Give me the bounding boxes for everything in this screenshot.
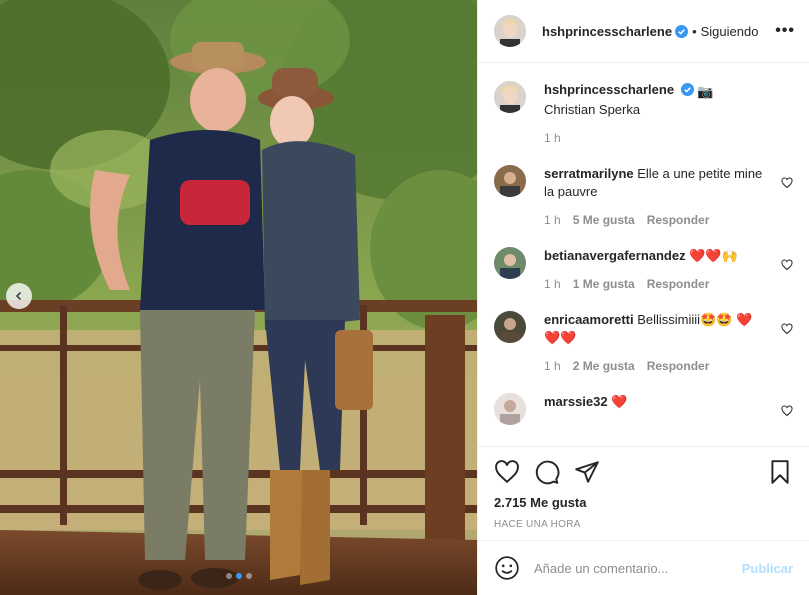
comment-item: enricaamoretti Bellissimiiii🤩🤩 ❤️❤️❤️ 1 … xyxy=(494,293,793,375)
post-panel: hshprincesscharlene • Siguiendo ••• hshp… xyxy=(477,0,809,595)
comment-item: betianavergafernandez ❤️❤️🙌 1 h 1 Me gus… xyxy=(494,229,793,293)
comment-item: serratmarilyne Elle a une petite mine la… xyxy=(494,147,793,229)
camera-emoji: 📷 xyxy=(697,84,714,99)
avatar[interactable] xyxy=(494,393,526,425)
heart-icon[interactable] xyxy=(781,259,793,271)
more-options-button[interactable]: ••• xyxy=(775,22,795,40)
caption-time[interactable]: 1 h xyxy=(544,129,561,147)
avatar[interactable] xyxy=(494,311,526,343)
avatar[interactable] xyxy=(494,81,526,113)
comments-list[interactable]: hshprincesscharlene 📷 Christian Sperka 1… xyxy=(478,63,809,446)
avatar[interactable] xyxy=(494,165,526,197)
comment-time[interactable]: 1 h xyxy=(544,357,561,375)
carousel-indicator xyxy=(0,573,477,579)
reply-button[interactable]: Responder xyxy=(647,357,710,375)
header-separator: • xyxy=(692,23,697,39)
reply-button[interactable]: Responder xyxy=(647,211,710,229)
comment-likes[interactable]: 5 Me gusta xyxy=(573,211,635,229)
comment-icon[interactable] xyxy=(534,459,560,485)
comment-likes[interactable]: 2 Me gusta xyxy=(573,357,635,375)
header-username[interactable]: hshprincesscharlene xyxy=(542,24,672,39)
caption: hshprincesscharlene 📷 Christian Sperka 1… xyxy=(494,63,793,147)
carousel-dot-active xyxy=(235,573,242,579)
post-header: hshprincesscharlene • Siguiendo ••• xyxy=(478,0,809,63)
smiley-icon[interactable] xyxy=(494,555,520,581)
comment-item: marssie32 ❤️ xyxy=(494,375,793,425)
reply-button[interactable]: Responder xyxy=(647,275,710,293)
paper-plane-icon[interactable] xyxy=(574,459,600,485)
comment-input[interactable] xyxy=(534,560,742,576)
comment-text: ❤️ xyxy=(611,394,628,409)
heart-icon[interactable] xyxy=(781,323,793,335)
carousel-prev-button[interactable] xyxy=(6,283,32,309)
heart-icon[interactable] xyxy=(781,405,793,417)
comment-text: ❤️❤️🙌 xyxy=(689,248,738,263)
carousel-dot xyxy=(245,573,252,579)
post-actions: 2.715 Me gusta HACE UNA HORA xyxy=(478,446,809,530)
post-timestamp[interactable]: HACE UNA HORA xyxy=(494,519,793,530)
comment-username[interactable]: marssie32 xyxy=(544,394,608,409)
likes-count[interactable]: 2.715 Me gusta xyxy=(494,495,793,510)
caption-text: Christian Sperka xyxy=(544,102,641,117)
comment-time[interactable]: 1 h xyxy=(544,275,561,293)
publish-button[interactable]: Publicar xyxy=(742,561,793,576)
avatar[interactable] xyxy=(494,247,526,279)
chevron-left-icon xyxy=(15,291,22,301)
comment-username[interactable]: serratmarilyne xyxy=(544,166,634,181)
comment-time[interactable]: 1 h xyxy=(544,211,561,229)
caption-username[interactable]: hshprincesscharlene xyxy=(544,82,674,97)
verified-badge-icon xyxy=(675,24,689,38)
heart-icon[interactable] xyxy=(781,177,793,189)
post-image xyxy=(0,0,477,595)
heart-icon[interactable] xyxy=(494,459,520,485)
post-photo[interactable] xyxy=(0,0,477,595)
bookmark-icon[interactable] xyxy=(767,459,793,485)
carousel-dot xyxy=(225,573,232,579)
comment-username[interactable]: betianavergafernandez xyxy=(544,248,686,263)
avatar[interactable] xyxy=(494,15,526,47)
comment-likes[interactable]: 1 Me gusta xyxy=(573,275,635,293)
following-button[interactable]: Siguiendo xyxy=(701,24,759,39)
comment-composer: Publicar xyxy=(478,540,809,595)
comment-username[interactable]: enricaamoretti xyxy=(544,312,634,327)
verified-badge-icon xyxy=(680,83,694,96)
